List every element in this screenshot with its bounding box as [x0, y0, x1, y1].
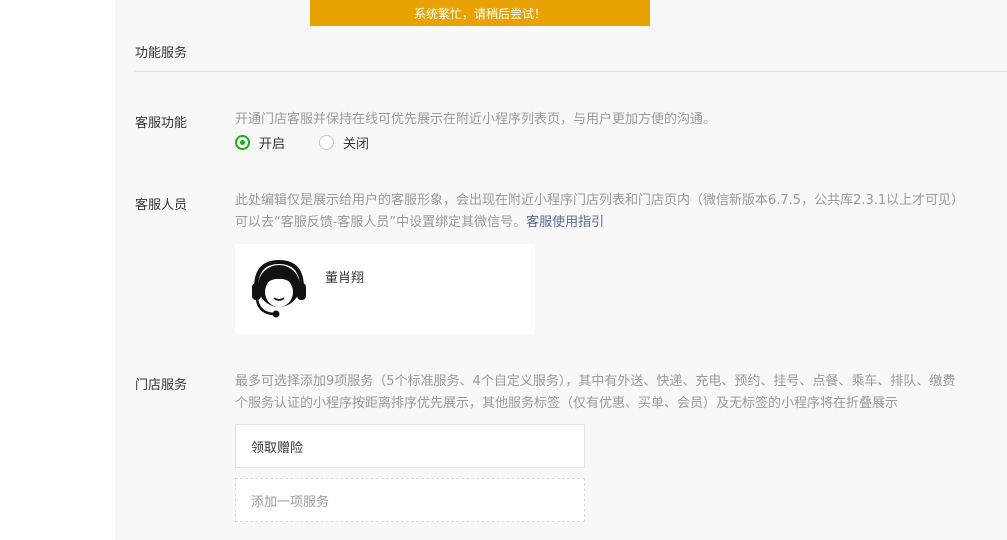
add-service-button[interactable]: 添加一项服务: [235, 478, 585, 522]
section-title: 功能服务: [135, 46, 188, 61]
staff-name: 董肖翔: [325, 271, 365, 286]
store-service-label: 门店服务: [135, 378, 188, 393]
headset-agent-icon: [252, 259, 306, 318]
radio-disable-label: 关闭: [343, 137, 370, 152]
service-item[interactable]: 领取赠险: [235, 424, 585, 468]
customer-service-description: 开通门店客服并保持在线可优先展示在附近小程序列表页，与用户更加方便的沟通。: [235, 112, 717, 127]
settings-panel: 系统繁忙，请稍后尝试！ 功能服务 客服功能 开通门店客服并保持在线可优先展示在附…: [115, 0, 1007, 540]
radio-enable-label: 开启: [259, 137, 286, 152]
radio-disable[interactable]: 关闭: [319, 133, 369, 152]
store-service-description-line2: 个服务认证的小程序按距离排序优先展示，其他服务标签（仅有优惠、买单、会员）及无标…: [235, 396, 899, 411]
staff-description-line2-wrap: 可以去“客服反馈-客服人员”中设置绑定其微信号。客服使用指引: [235, 212, 604, 233]
staff-description-line1: 此处编辑仅是展示给用户的客服形象，会出现在附近小程序门店列表和门店页内（微信新版…: [235, 193, 965, 208]
section-divider: [135, 71, 1007, 72]
service-guide-link[interactable]: 客服使用指引: [526, 215, 604, 230]
radio-enable[interactable]: 开启: [235, 133, 285, 152]
customer-service-label: 客服功能: [135, 116, 188, 131]
staff-card[interactable]: 董肖翔: [235, 244, 535, 334]
store-service-description-line1: 最多可选择添加9项服务（5个标准服务、4个自定义服务），其中有外送、快递、充电、…: [235, 374, 956, 389]
error-toast: 系统繁忙，请稍后尝试！: [310, 0, 650, 26]
radio-checked-icon: [235, 135, 250, 150]
customer-service-radio-group: 开启 关闭: [235, 133, 403, 152]
staff-description-line2: 可以去“客服反馈-客服人员”中设置绑定其微信号。: [235, 215, 527, 230]
staff-label: 客服人员: [135, 198, 188, 213]
radio-unchecked-icon: [319, 135, 335, 150]
left-blank-area: [0, 0, 115, 540]
